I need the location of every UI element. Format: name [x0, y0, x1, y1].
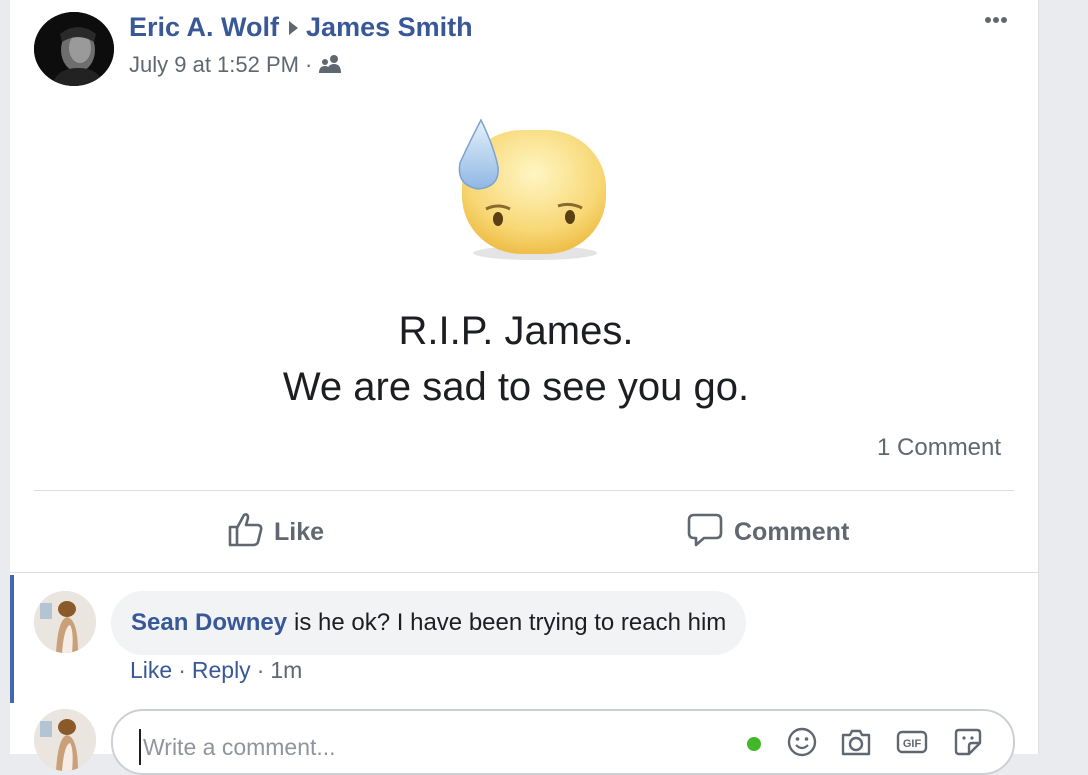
- comments-section: Sean Downey is he ok? I have been trying…: [10, 572, 1038, 775]
- current-user-avatar[interactable]: [34, 709, 96, 771]
- meta-separator: ·: [304, 52, 313, 77]
- author-avatar[interactable]: [34, 12, 114, 86]
- post-card: Eric A. Wolf James Smith July 9 at 1:52 P…: [10, 0, 1039, 775]
- comment-actions: Like · Reply · 1m: [130, 657, 302, 684]
- comment-actions-separator: ·: [256, 657, 265, 683]
- comment-highlight-bar: [10, 575, 14, 703]
- arrow-right-icon: [289, 20, 299, 35]
- comment-author-link[interactable]: Sean Downey: [131, 609, 287, 637]
- speech-bubble-icon: [686, 510, 734, 555]
- svg-text:GIF: GIF: [903, 738, 922, 750]
- sad-sweat-emoji: [440, 115, 630, 270]
- thumbs-up-icon: [226, 510, 274, 555]
- comment-text: is he ok? I have been trying to reach hi…: [294, 609, 727, 636]
- post-text-line1: R.I.P. James.: [398, 309, 634, 353]
- comment-button[interactable]: Comment: [686, 508, 849, 556]
- commenter-avatar[interactable]: [34, 591, 96, 653]
- like-button-label: Like: [274, 517, 325, 546]
- comment-like-link[interactable]: Like: [130, 657, 172, 683]
- post-meta: July 9 at 1:52 PM ·: [129, 52, 344, 78]
- online-status-dot: [747, 737, 761, 751]
- post-text: R.I.P. James. We are sad to see you go.: [10, 303, 1022, 415]
- comment-count[interactable]: 1 Comment: [877, 434, 1001, 462]
- comment-bubble: Sean Downey is he ok? I have been trying…: [111, 591, 747, 655]
- divider: [34, 490, 1014, 491]
- comment-reply-link[interactable]: Reply: [192, 657, 251, 683]
- comment-actions-separator: ·: [178, 657, 186, 683]
- comment-input[interactable]: [139, 729, 703, 765]
- post-recipient-link[interactable]: James Smith: [306, 12, 473, 42]
- post-header-names: Eric A. Wolf James Smith: [129, 12, 473, 43]
- post-timestamp[interactable]: July 9 at 1:52 PM: [129, 52, 299, 77]
- friends-icon[interactable]: [318, 52, 344, 77]
- like-button[interactable]: Like: [226, 508, 324, 556]
- comment-time[interactable]: 1m: [270, 657, 302, 683]
- comment-button-label: Comment: [734, 517, 850, 546]
- comment-composer: GIF: [111, 709, 1015, 775]
- more-options-icon[interactable]: [984, 10, 1024, 34]
- post-author-link[interactable]: Eric A. Wolf: [129, 12, 279, 42]
- post-text-line2: We are sad to see you go.: [282, 365, 750, 409]
